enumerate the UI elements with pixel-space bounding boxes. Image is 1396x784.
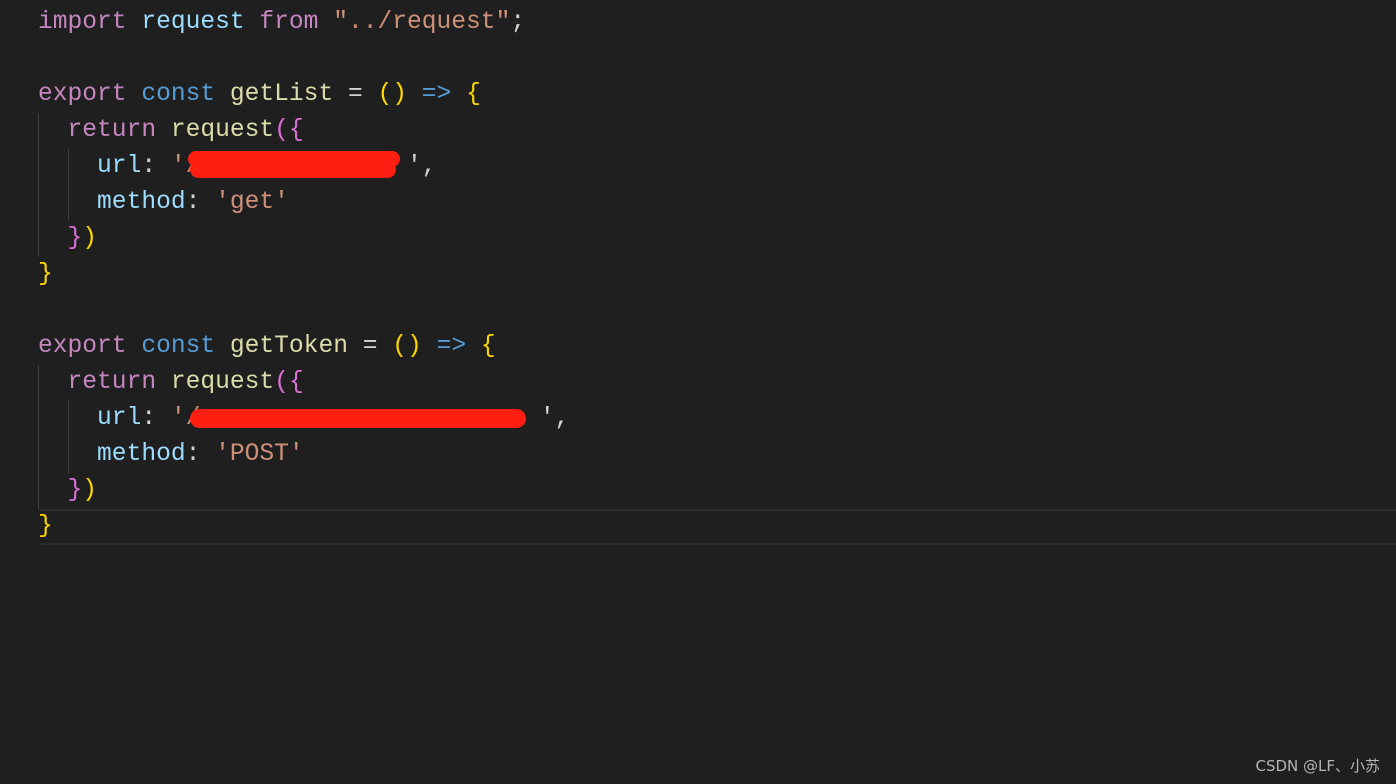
indent-guide xyxy=(38,149,39,185)
string: "../request" xyxy=(333,9,511,36)
indent-guide xyxy=(38,113,39,149)
indent-guide xyxy=(38,401,39,437)
property: url xyxy=(97,153,142,180)
operator: = xyxy=(362,333,378,360)
indent-guide xyxy=(38,365,39,401)
keyword: from xyxy=(259,9,319,36)
function-name: getList xyxy=(229,81,334,108)
operator: = xyxy=(347,81,363,108)
code-line-method: method: 'POST' xyxy=(0,437,1396,473)
arrow: => xyxy=(436,333,467,360)
brace: } xyxy=(67,225,83,252)
punctuation: ', xyxy=(539,405,570,432)
keyword: export xyxy=(38,81,127,108)
code-line-export-gettoken: export const getToken = () => { xyxy=(0,329,1396,365)
brace: } xyxy=(38,513,53,540)
property: method xyxy=(97,441,186,468)
paren: ) xyxy=(82,225,98,252)
paren: ) xyxy=(82,477,98,504)
watermark: CSDN @LF、小苏 xyxy=(1255,757,1380,775)
indent-guide xyxy=(68,185,69,221)
parens: () xyxy=(377,81,408,108)
code-line-import: import request from "../request"; xyxy=(0,5,1396,41)
code-line-export-getlist: export const getList = () => { xyxy=(0,77,1396,113)
keyword: return xyxy=(67,117,157,144)
parens: () xyxy=(392,333,422,360)
indent-guide xyxy=(38,437,39,473)
string: 'get' xyxy=(215,189,289,216)
keyword: import xyxy=(38,9,127,36)
brace: } xyxy=(38,261,53,288)
identifier: request xyxy=(141,9,245,36)
brace: { xyxy=(288,117,304,144)
redaction-mark xyxy=(190,161,396,178)
indent-guide xyxy=(38,473,39,509)
function-call: request xyxy=(170,369,275,396)
property: url xyxy=(97,405,142,432)
indent-guide xyxy=(68,149,69,185)
brace: } xyxy=(67,477,83,504)
code-line-close-call: }) xyxy=(0,473,1396,509)
punctuation: ; xyxy=(510,9,526,36)
property: method xyxy=(97,189,186,216)
paren: ( xyxy=(274,117,289,144)
colon: : xyxy=(185,441,201,468)
arrow: => xyxy=(421,81,452,108)
brace: { xyxy=(288,369,304,396)
code-line-return: return request({ xyxy=(0,365,1396,401)
keyword: const xyxy=(141,333,216,360)
function-call: request xyxy=(170,117,275,144)
code-line-return: return request({ xyxy=(0,113,1396,149)
indent-guide xyxy=(68,437,69,473)
colon: : xyxy=(141,405,157,432)
code-line-close-current: } xyxy=(38,509,1396,545)
colon: : xyxy=(141,153,157,180)
code-line-method: method: 'get' xyxy=(0,185,1396,221)
keyword: export xyxy=(38,333,127,360)
indent-guide xyxy=(68,401,69,437)
code-line-close: } xyxy=(0,257,1396,293)
indent-guide xyxy=(38,221,39,257)
code-line-close-call: }) xyxy=(0,221,1396,257)
function-name: getToken xyxy=(229,333,348,360)
indent-guide xyxy=(38,185,39,221)
colon: : xyxy=(185,189,201,216)
brace: { xyxy=(480,333,496,360)
code-editor[interactable]: import request from "../request"; export… xyxy=(0,5,1396,545)
keyword: return xyxy=(67,369,157,396)
punctuation: ', xyxy=(407,153,437,180)
code-line-url: url: '/ ', xyxy=(0,149,1396,185)
paren: ( xyxy=(274,369,289,396)
code-line-url: url: '/ ', xyxy=(0,401,1396,437)
brace: { xyxy=(466,81,481,108)
redaction-mark xyxy=(190,409,526,428)
keyword: const xyxy=(141,81,216,108)
string: 'POST' xyxy=(215,441,304,468)
